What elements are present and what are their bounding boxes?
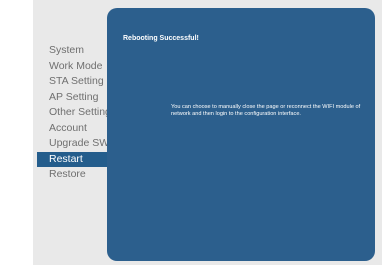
sidebar-item-work-mode[interactable]: Work Mode (37, 59, 107, 75)
sidebar-item-restart[interactable]: Restart (37, 151, 107, 167)
sidebar-item-system[interactable]: System (37, 43, 107, 59)
content-panel: Rebooting Successful! You can choose to … (107, 8, 375, 261)
sidebar-item-account[interactable]: Account (37, 121, 107, 137)
sidebar-item-sta-setting[interactable]: STA Setting (37, 74, 107, 90)
sidebar-item-upgrade-sw[interactable]: Upgrade SW (37, 136, 109, 152)
sidebar-item-restore[interactable]: Restore (37, 167, 107, 183)
sidebar-item-other-setting[interactable]: Other Setting (37, 105, 111, 121)
panel-title: Rebooting Successful! (123, 35, 199, 42)
sidebar-nav: System Work Mode STA Setting AP Setting … (37, 43, 111, 183)
panel-message: You can choose to manually close the pag… (171, 104, 361, 117)
sidebar-item-ap-setting[interactable]: AP Setting (37, 90, 107, 106)
